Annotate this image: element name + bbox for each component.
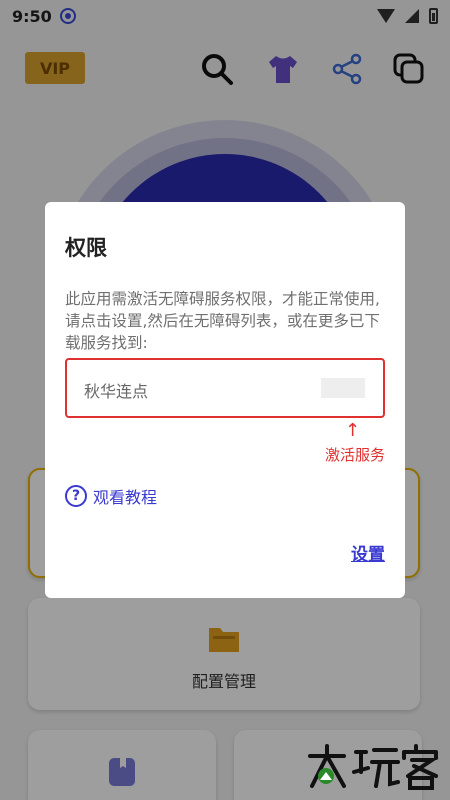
activate-hint: 激活服务 (324, 446, 385, 464)
watermark-logo (308, 744, 439, 790)
tutorial-label: 观看教程 (93, 488, 158, 507)
dialog-title: 权限 (65, 236, 107, 260)
watch-tutorial-link[interactable]: ? 观看教程 (65, 484, 157, 508)
service-name: 秋华连点 (84, 382, 149, 401)
dialog-message: 此应用需激活无障碍服务权限，才能正常使用,请点击设置,然后在无障碍列表，或在更多… (65, 290, 380, 352)
service-toggle[interactable] (321, 378, 365, 398)
service-item[interactable]: 秋华连点 (65, 358, 385, 418)
permission-dialog: 权限 此应用需激活无障碍服务权限，才能正常使用,请点击设置,然后在无障碍列表，或… (45, 202, 405, 598)
settings-button[interactable]: 设置 (351, 540, 385, 565)
arrow-up-icon: ↑ (345, 420, 361, 441)
help-icon: ? (65, 485, 87, 507)
